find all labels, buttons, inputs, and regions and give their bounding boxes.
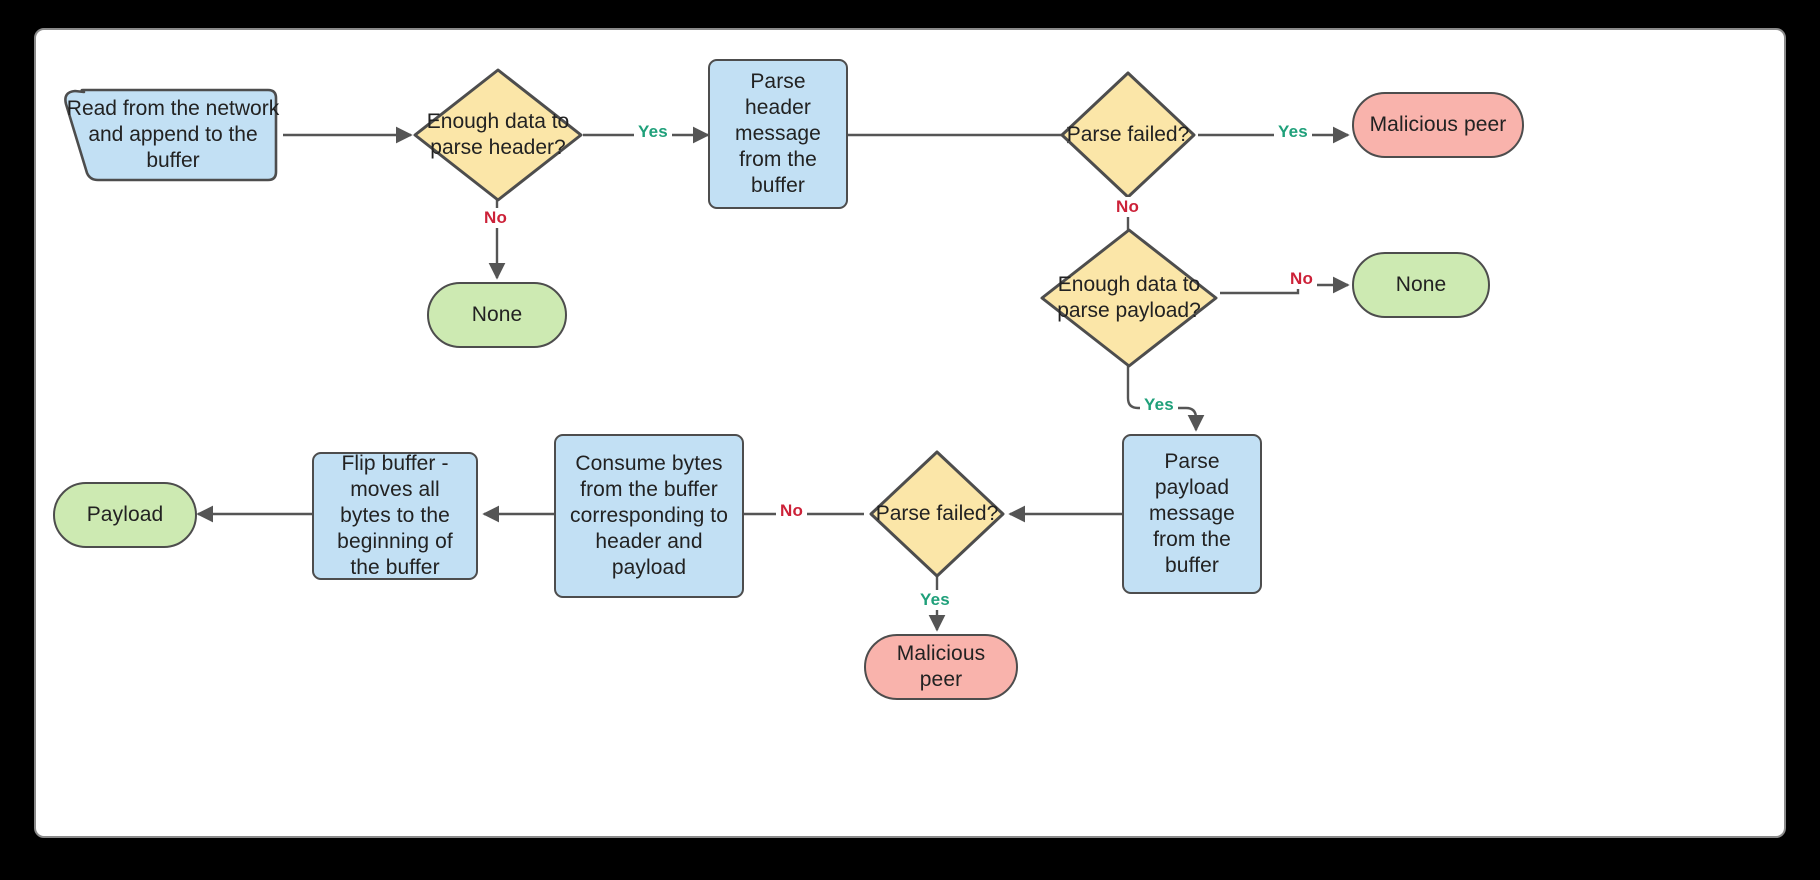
diagram-canvas: Read from the network and append to the …	[34, 28, 1786, 838]
edge-label-failed-payload-yes: Yes	[916, 590, 954, 610]
node-malicious-peer-header[interactable]: Malicious peer	[1352, 92, 1524, 158]
node-malicious-peer-payload[interactable]: Malicious peer	[864, 634, 1018, 700]
trapezoid-shape	[64, 88, 278, 182]
screenshot-root: Read from the network and append to the …	[0, 0, 1820, 880]
edge-label-failed-header-no: No	[1112, 197, 1144, 217]
node-label: Malicious peer	[896, 642, 986, 691]
node-label: Malicious peer	[1369, 113, 1507, 136]
node-label: None	[1395, 273, 1447, 296]
diamond-shape	[1040, 228, 1218, 368]
diamond-shape	[413, 68, 583, 202]
diamond-shape	[869, 450, 1005, 578]
node-parse-failed-header[interactable]: Parse failed?	[1058, 69, 1198, 201]
node-label: Payload	[86, 503, 164, 526]
edge-label-enough-header-no: No	[480, 208, 512, 228]
node-enough-data-header[interactable]: Enough data to parse header?	[411, 66, 585, 204]
node-flip-buffer[interactable]: Flip buffer - moves all bytes to the beg…	[312, 452, 478, 580]
edge-label-failed-payload-no: No	[776, 501, 808, 521]
node-parse-header-message[interactable]: Parse header message from the buffer	[708, 59, 848, 209]
edge-label-enough-payload-yes: Yes	[1140, 395, 1178, 415]
node-none-payload[interactable]: None	[1352, 252, 1490, 318]
node-label: Parse payload message from the buffer	[1149, 450, 1235, 577]
edge-label-enough-payload-no: No	[1286, 269, 1318, 289]
node-consume-bytes[interactable]: Consume bytes from the buffer correspond…	[554, 434, 744, 598]
node-label: Flip buffer - moves all bytes to the beg…	[337, 452, 453, 579]
diamond-shape	[1060, 71, 1196, 199]
node-enough-data-payload[interactable]: Enough data to parse payload?	[1038, 226, 1220, 370]
node-label: Consume bytes from the buffer correspond…	[569, 452, 729, 579]
edge-label-failed-header-yes: Yes	[1274, 122, 1312, 142]
edge-label-enough-header-yes: Yes	[634, 122, 672, 142]
node-parse-failed-payload[interactable]: Parse failed?	[867, 448, 1007, 580]
edge-enough-payload-no	[1220, 276, 1350, 295]
node-none-header[interactable]: None	[427, 282, 567, 348]
node-label: Parse header message from the buffer	[735, 70, 821, 197]
node-parse-payload-message[interactable]: Parse payload message from the buffer	[1122, 434, 1262, 594]
node-label: None	[471, 303, 523, 326]
edge-layer	[196, 126, 1350, 632]
node-payload[interactable]: Payload	[53, 482, 197, 548]
node-read-from-network[interactable]: Read from the network and append to the …	[62, 88, 284, 182]
